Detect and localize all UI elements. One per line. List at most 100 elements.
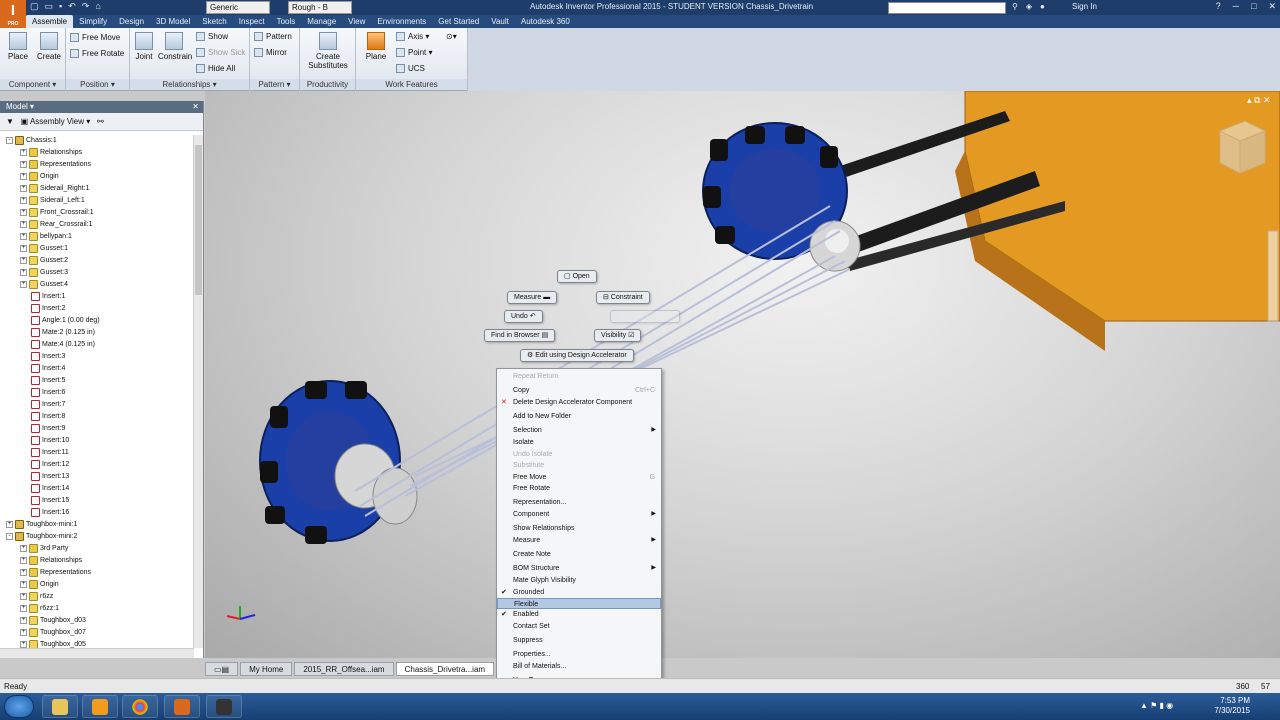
tree-node[interactable]: Insert:1 [0,291,194,303]
tab-sketch[interactable]: Sketch [196,15,232,28]
tree-node[interactable]: Insert:12 [0,459,194,471]
tree-node[interactable]: + Toughbox-mini:1 [0,519,194,531]
expand-icon[interactable]: + [20,208,27,216]
menu-item-repeat-return[interactable]: Repeat Return [497,371,661,382]
tree-node[interactable]: Insert:2 [0,303,194,315]
tree-node[interactable]: + r6zz:1 [0,603,194,615]
marking-open-button[interactable]: ▢ Open [557,270,597,283]
menu-item-isolate[interactable]: Isolate [497,437,661,448]
tab-inspect[interactable]: Inspect [233,15,271,28]
plane-button[interactable]: Plane [362,32,390,61]
constrain-button[interactable]: Constrain [158,32,192,61]
tree-node[interactable]: Mate:4 (0.125 in) [0,339,194,351]
taskbar-chrome[interactable] [122,695,158,718]
user-icon[interactable]: ● [1040,2,1045,11]
ribbon-options-icon[interactable]: ⊙▾ [446,32,457,41]
expand-icon[interactable]: + [20,160,27,168]
tree-node[interactable]: + Front_Crossrail:1 [0,207,194,219]
expand-icon[interactable]: + [20,196,27,204]
show-sick-button[interactable]: Show Sick [196,48,245,58]
expand-icon[interactable]: + [20,592,27,600]
expand-icon[interactable]: + [20,628,27,636]
tree-node[interactable]: + Siderail_Left:1 [0,195,194,207]
menu-item-create-note[interactable]: Create Note [497,549,661,560]
menu-item-selection[interactable]: Selection ▶ [497,425,661,436]
mirror-button[interactable]: Mirror [254,48,287,58]
graphics-viewport[interactable]: ▴ ⧉ ✕ [205,91,1280,658]
search-icon[interactable]: ⚲ [1012,2,1018,11]
tree-node[interactable]: Insert:13 [0,471,194,483]
browser-vertical-scrollbar[interactable] [193,135,203,648]
tree-node[interactable]: + Relationships [0,147,194,159]
minimize-button[interactable]: ─ [1233,1,1239,12]
app-menu-button[interactable]: I PRO [0,0,26,28]
tab-layout-icon[interactable]: ▭▤ [205,662,239,676]
tree-node[interactable]: Angle:1 (0.00 deg) [0,315,194,327]
document-tab[interactable]: 2015_RR_Offsea...iam [294,662,394,676]
tree-node[interactable]: - Chassis:1 [0,135,194,147]
tree-node[interactable]: + Toughbox_d05 [0,639,194,648]
tab-vault[interactable]: Vault [485,15,515,28]
expand-icon[interactable]: + [20,604,27,612]
expand-icon[interactable]: + [20,232,27,240]
menu-item-free-move[interactable]: Free Move G [497,472,661,483]
undo-icon[interactable]: ↶ [68,1,76,12]
tab-simplify[interactable]: Simplify [73,15,113,28]
tab-tools[interactable]: Tools [271,15,302,28]
browser-horizontal-scrollbar[interactable] [0,648,194,658]
new-icon[interactable]: ▢ [30,1,39,12]
expand-icon[interactable]: + [20,172,27,180]
marking-visibility-button[interactable]: Visibility ☑ [594,329,642,342]
axis-button[interactable]: Axis ▾ [396,32,429,42]
menu-item-measure[interactable]: Measure ▶ [497,535,661,546]
expand-icon[interactable]: + [20,556,27,564]
tree-node[interactable]: + Toughbox_d07 [0,627,194,639]
redo-icon[interactable]: ↷ [82,1,90,12]
home-icon[interactable]: ⌂ [95,1,100,12]
joint-button[interactable]: Joint [132,32,156,61]
tree-node[interactable]: Insert:14 [0,483,194,495]
filter-icon[interactable]: ▼ [6,117,14,126]
pattern-button[interactable]: Pattern [254,32,292,42]
tab-design[interactable]: Design [113,15,150,28]
tree-node[interactable]: + Origin [0,579,194,591]
ucs-button[interactable]: UCS [396,64,425,74]
appearance-dropdown[interactable]: Rough - B [288,1,352,14]
menu-item-add-to-new-folder[interactable]: Add to New Folder [497,411,661,422]
menu-item-representation[interactable]: Representation... [497,497,661,508]
material-dropdown[interactable]: Generic [206,1,270,14]
expand-icon[interactable]: + [20,280,27,288]
menu-item-suppress[interactable]: Suppress [497,635,661,646]
marking-measure-button[interactable]: Measure ▬ [507,291,558,304]
tree-node[interactable]: - Toughbox-mini:2 [0,531,194,543]
create-component-button[interactable]: Create [36,32,62,61]
relationships-panel-title[interactable]: Relationships ▾ [130,79,249,90]
menu-item-enabled[interactable]: ✔ Enabled [497,609,661,620]
expand-icon[interactable]: + [20,268,27,276]
menu-item-bom-structure[interactable]: BOM Structure ▶ [497,563,661,574]
position-panel-title[interactable]: Position ▾ [66,79,129,90]
tree-node[interactable]: Insert:9 [0,423,194,435]
point-button[interactable]: Point ▾ [396,48,432,58]
tab-get-started[interactable]: Get Started [432,15,485,28]
tree-node[interactable]: + Gusset:3 [0,267,194,279]
tree-node[interactable]: Insert:4 [0,363,194,375]
tree-node[interactable]: + Toughbox_d03 [0,615,194,627]
marking-find-in-browser-button[interactable]: Find in Browser ▤ [484,329,556,342]
menu-item-bill-of-materials[interactable]: Bill of Materials... [497,661,661,672]
tree-node[interactable]: + Relationships [0,555,194,567]
menu-item-delete-design-accelerator-component[interactable]: ✕ Delete Design Accelerator Component [497,397,661,408]
component-panel-title[interactable]: Component ▾ [0,79,65,90]
tree-node[interactable]: Insert:15 [0,495,194,507]
save-icon[interactable]: ▪ [59,1,62,12]
expand-icon[interactable]: + [20,580,27,588]
tab-assemble[interactable]: Assemble [26,15,74,28]
taskbar-inventor[interactable] [164,695,200,718]
browser-close-icon[interactable]: ✕ [192,101,199,113]
document-tab[interactable]: My Home [240,662,293,676]
menu-item-show-relationships[interactable]: Show Relationships [497,523,661,534]
clock[interactable]: 7:53 PM 7/30/2015 [1214,696,1250,716]
tree-node[interactable]: Insert:7 [0,399,194,411]
hide-all-button[interactable]: Hide All [196,64,235,74]
tree-node[interactable]: Insert:10 [0,435,194,447]
